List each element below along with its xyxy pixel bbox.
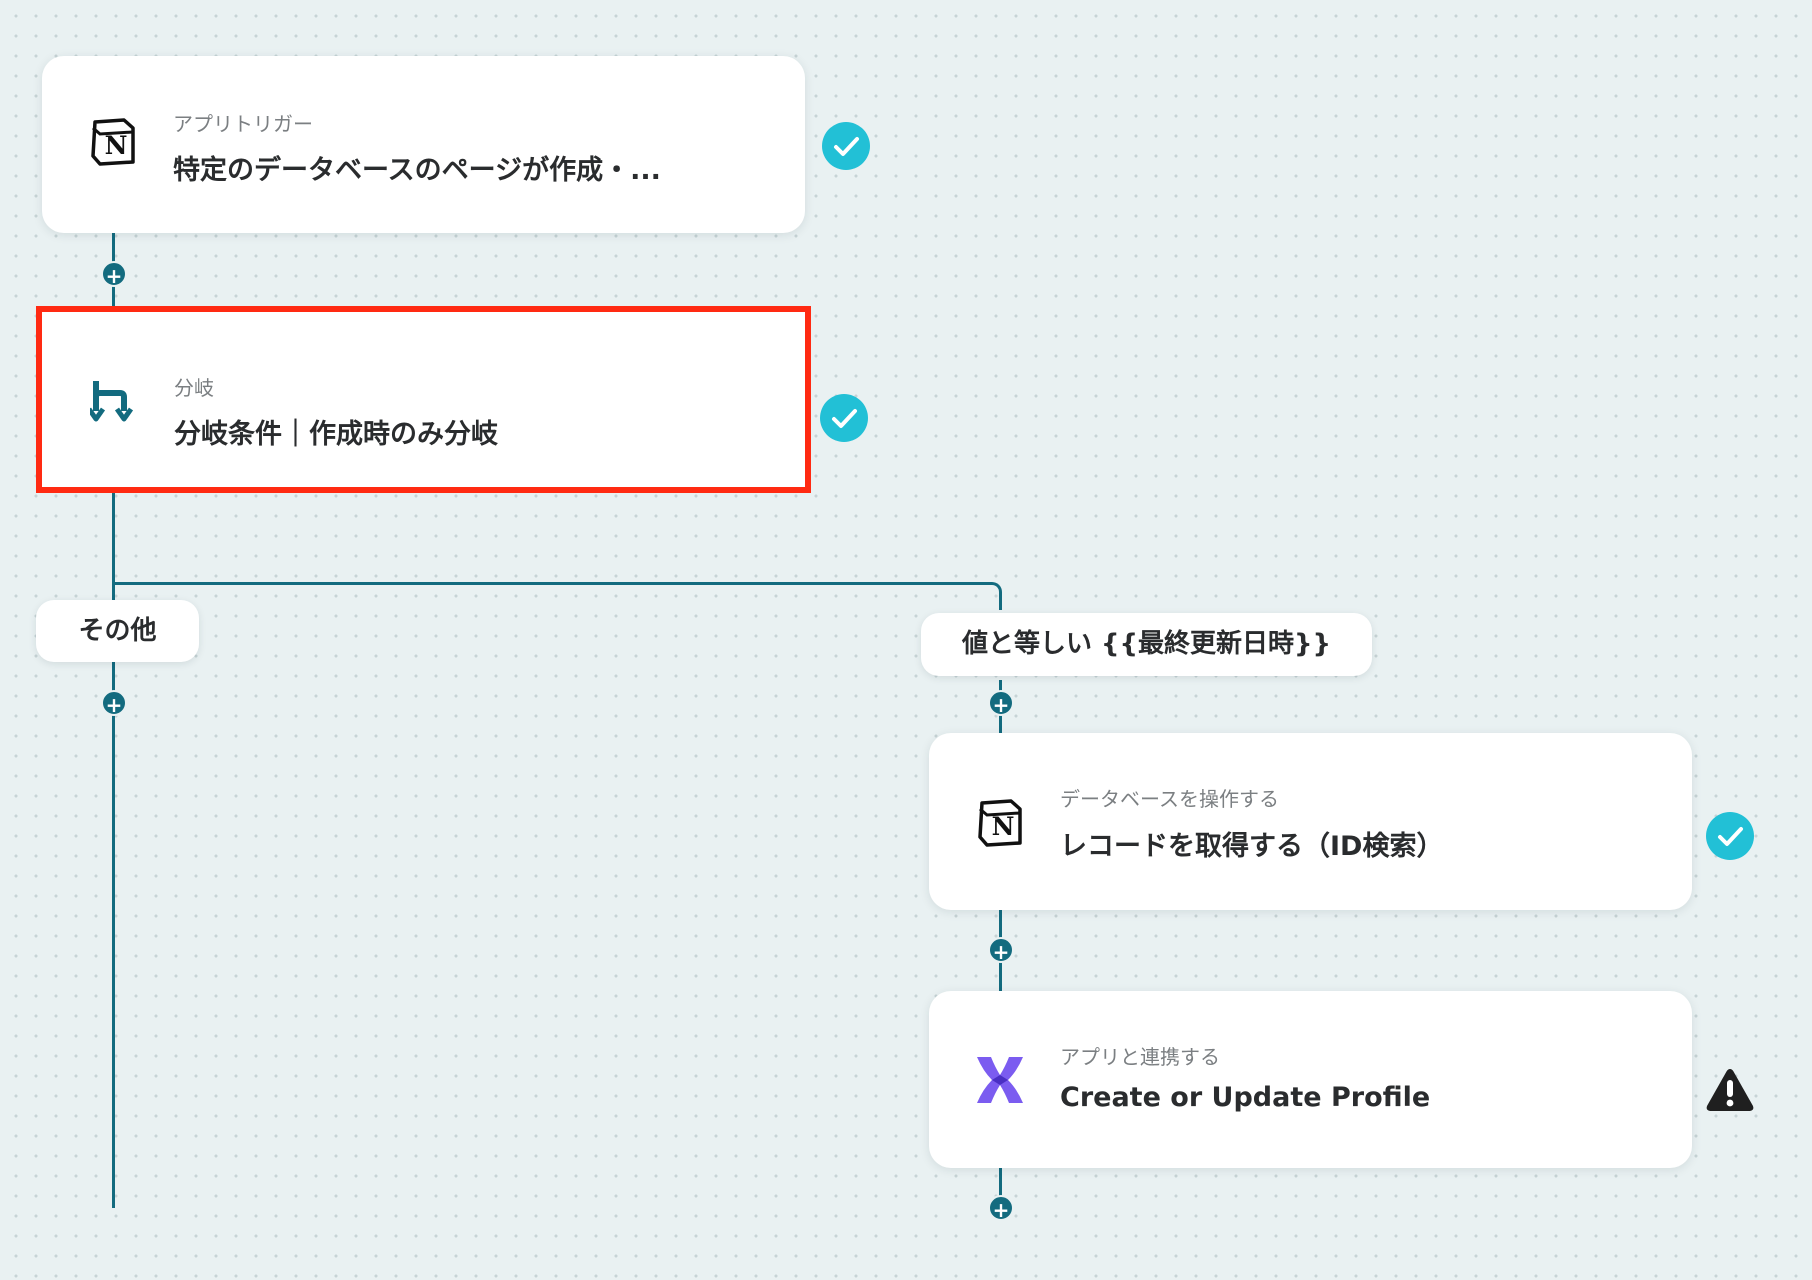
add-step-button[interactable]: + [101, 690, 127, 717]
status-complete-check-icon [820, 394, 868, 442]
add-step-button[interactable]: + [101, 261, 127, 288]
branch-label-condition[interactable]: 値と等しい {{最終更新日時}} [921, 613, 1372, 676]
step-title: Create or Update Profile [1060, 1082, 1431, 1113]
step-type-label: 分岐 [174, 376, 214, 400]
database-step-card[interactable]: N データベースを操作する レコードを取得する（ID検索） [929, 733, 1692, 910]
app-step-card[interactable]: アプリと連携する Create or Update Profile [929, 991, 1692, 1168]
step-type-label: アプリと連携する [1060, 1045, 1220, 1069]
branch-label-other[interactable]: その他 [36, 600, 199, 662]
step-title: レコードを取得する（ID検索） [1060, 831, 1444, 862]
step-title: 分岐条件｜作成時のみ分岐 [174, 419, 498, 450]
add-step-button[interactable]: + [988, 937, 1014, 964]
step-type-label: アプリトリガー [173, 112, 313, 136]
step-type-label: データベースを操作する [1060, 787, 1279, 811]
connector-branch-corner [980, 582, 1002, 610]
svg-text:N: N [105, 131, 128, 160]
connector-branch-horizontal [112, 582, 992, 585]
add-step-button[interactable]: + [988, 690, 1014, 717]
branch-step-card[interactable]: 分岐 分岐条件｜作成時のみ分岐 [36, 306, 811, 493]
add-step-button[interactable]: + [988, 1195, 1014, 1222]
notion-icon: N [86, 114, 140, 168]
klaviyo-x-icon [973, 1053, 1027, 1107]
step-title: 特定のデータベースのページが作成・... [173, 155, 661, 186]
status-complete-check-icon [822, 122, 870, 170]
notion-icon: N [973, 795, 1027, 849]
branch-icon [86, 377, 144, 431]
trigger-step-card[interactable]: N アプリトリガー 特定のデータベースのページが作成・... [42, 56, 805, 233]
status-complete-check-icon [1706, 812, 1754, 860]
svg-text:N: N [992, 812, 1015, 841]
status-warning-icon [1704, 1066, 1756, 1114]
